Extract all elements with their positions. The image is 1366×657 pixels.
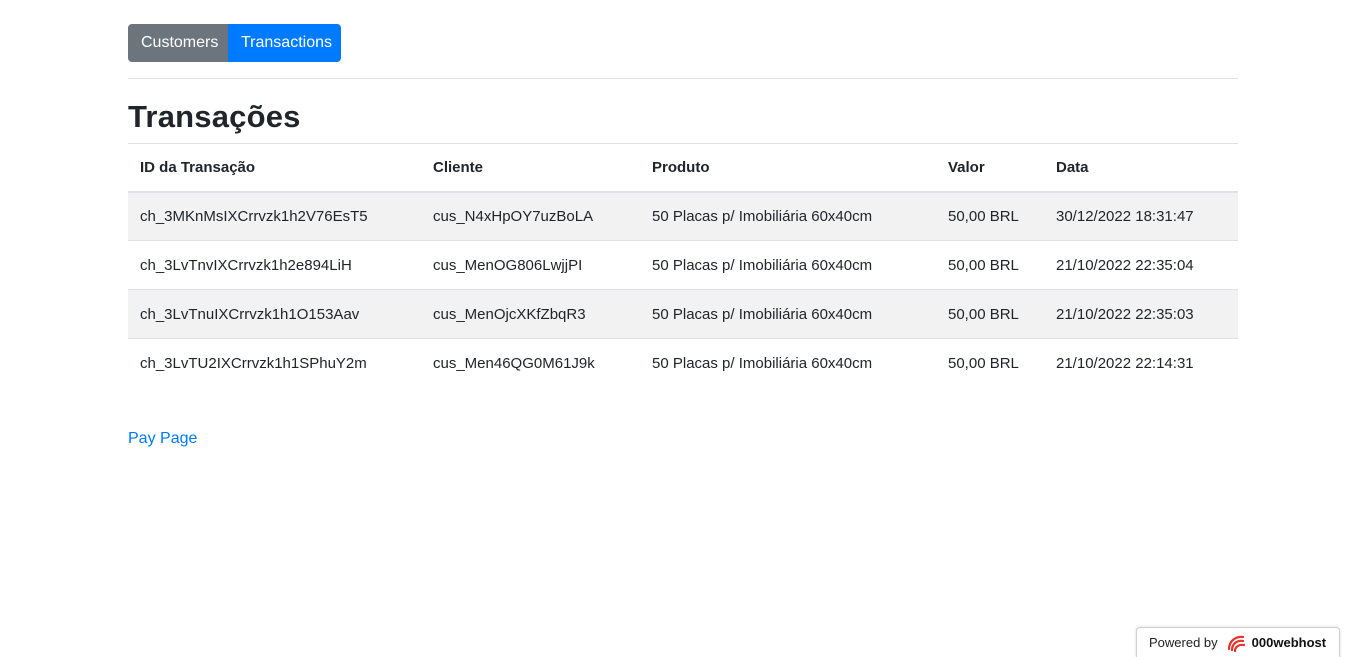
cell-data: 30/12/2022 18:31:47	[1044, 191, 1238, 241]
table-row: ch_3LvTnvIXCrrvzk1h2e894LiH cus_MenOG806…	[128, 240, 1238, 290]
cell-data: 21/10/2022 22:35:04	[1044, 240, 1238, 290]
header-data: Data	[1044, 143, 1238, 193]
cell-cliente: cus_MenOjcXKfZbqR3	[421, 289, 640, 339]
main-container: Customers Transactions Transações ID da …	[128, 24, 1238, 388]
cell-data: 21/10/2022 22:14:31	[1056, 354, 1194, 372]
table-row: ch_3LvTU2IXCrrvzk1h1SPhuY2m cus_Men46QG0…	[128, 339, 1238, 388]
cell-cliente: cus_MenOG806LwjjPI	[421, 240, 640, 290]
table-header-row: ID da Transação Cliente Produto Valor Da…	[128, 143, 1238, 193]
cell-valor: 50,00 BRL	[936, 191, 1044, 241]
cell-id: ch_3LvTnvIXCrrvzk1h2e894LiH	[128, 240, 421, 290]
000webhost-logo-icon	[1226, 633, 1248, 653]
cell-valor: 50,00 BRL	[948, 354, 1019, 372]
header-valor: Valor	[936, 143, 1044, 193]
cell-valor: 50,00 BRL	[936, 240, 1044, 290]
powered-by-label: Powered by	[1149, 635, 1218, 650]
transactions-table: ID da Transação Cliente Produto Valor Da…	[128, 143, 1238, 388]
cell-id: ch_3LvTU2IXCrrvzk1h1SPhuY2m	[140, 354, 367, 372]
cell-produto: 50 Placas p/ Imobiliária 60x40cm	[652, 354, 873, 372]
cell-produto: 50 Placas p/ Imobiliária 60x40cm	[640, 240, 936, 290]
brand-name: 000webhost	[1251, 635, 1327, 650]
cell-id: ch_3LvTnuIXCrrvzk1h1O153Aav	[128, 289, 421, 339]
transactions-button[interactable]: Transactions	[228, 24, 341, 62]
table-row: ch_3MKnMsIXCrrvzk1h2V76EsT5 cus_N4xHpOY7…	[128, 191, 1238, 241]
cell-id: ch_3MKnMsIXCrrvzk1h2V76EsT5	[128, 191, 421, 241]
divider	[128, 78, 1238, 79]
table-row: ch_3LvTnuIXCrrvzk1h1O153Aav cus_MenOjcXK…	[128, 289, 1238, 339]
cell-valor: 50,00 BRL	[936, 289, 1044, 339]
cell-produto: 50 Placas p/ Imobiliária 60x40cm	[640, 289, 936, 339]
cell-data: 21/10/2022 22:35:03	[1044, 289, 1238, 339]
page-title: Transações	[128, 99, 301, 134]
nav-button-group: Customers Transactions	[128, 24, 1238, 62]
powered-by-badge[interactable]: Powered by 000webhost	[1136, 627, 1340, 657]
header-produto: Produto	[640, 143, 936, 193]
pay-page-link[interactable]: Pay Page	[128, 430, 197, 448]
cell-produto: 50 Placas p/ Imobiliária 60x40cm	[640, 191, 936, 241]
cell-cliente: cus_N4xHpOY7uzBoLA	[421, 191, 640, 241]
header-cliente: Cliente	[421, 143, 640, 193]
header-id: ID da Transação	[128, 143, 421, 193]
customers-button[interactable]: Customers	[128, 24, 228, 62]
cell-cliente: cus_Men46QG0M61J9k	[433, 354, 595, 372]
